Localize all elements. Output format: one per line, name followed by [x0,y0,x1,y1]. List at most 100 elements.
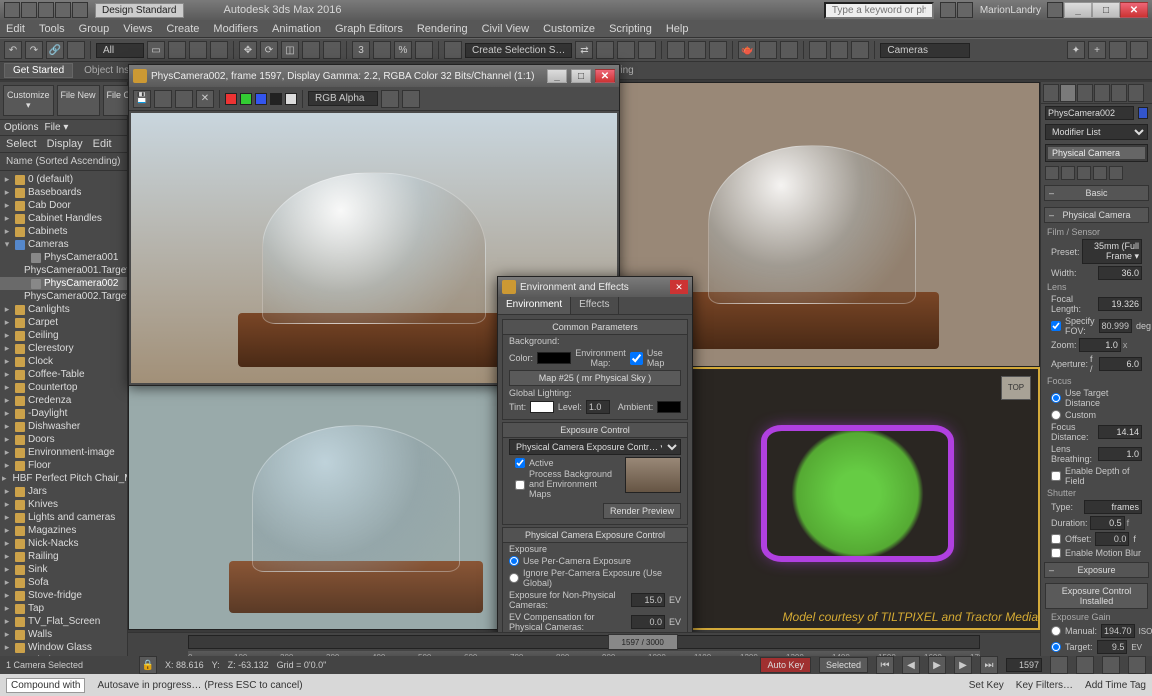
tree-item[interactable]: ▸Clerestory [0,342,127,355]
env-tab-effects[interactable]: Effects [571,297,618,314]
pivot-icon[interactable] [323,41,341,59]
time-slider-thumb[interactable]: 1597 / 3000 [608,634,678,650]
file-menu-label[interactable]: File ▾ [44,122,68,133]
tree-item[interactable]: PhysCamera001 [0,251,127,264]
tree-item[interactable]: ▸Cabinets [0,225,127,238]
tool-icon[interactable] [830,41,848,59]
view-dropdown[interactable]: Cameras [880,43,970,58]
red-channel-icon[interactable] [225,93,237,105]
tree-item[interactable]: ▸Nick-Nacks [0,537,127,550]
clone-icon[interactable] [154,90,172,108]
time-slider[interactable]: 1597 / 3000 [188,635,980,649]
mirror-icon[interactable]: ⇄ [575,41,593,59]
env-map-button[interactable]: Map #25 ( mr Physical Sky ) [509,370,681,386]
nav-icon[interactable] [1102,656,1120,674]
tree-item[interactable]: ▸Sink [0,563,127,576]
env-dialog-titlebar[interactable]: Environment and Effects ✕ [498,277,692,297]
render-setup-icon[interactable]: 🫖 [738,41,756,59]
modifier-list-dropdown[interactable]: Modifier List [1045,124,1148,140]
unlink-icon[interactable] [67,41,85,59]
selection-filter-dropdown[interactable]: All [96,43,144,58]
active-checkbox[interactable] [515,458,525,468]
tree-item[interactable]: ▸Floor [0,459,127,472]
tree-item[interactable]: PhysCamera001.Target [0,264,127,277]
rollout-basic[interactable]: Basic [1044,185,1149,201]
render-window-max[interactable]: □ [571,69,591,83]
quick-redo-icon[interactable] [72,2,88,18]
layers-icon[interactable] [617,41,635,59]
exposure-control-dropdown[interactable]: Physical Camera Exposure Contr… ▾ [509,439,681,455]
tool-icon[interactable]: + [1088,41,1106,59]
modifier-stack[interactable]: Physical Camera [1045,144,1148,162]
nav-icon[interactable] [1076,656,1094,674]
schematic-icon[interactable] [688,41,706,59]
menu-views[interactable]: Views [123,23,152,35]
menu-create[interactable]: Create [166,23,199,35]
tree-item[interactable]: ▸Tap [0,602,127,615]
env-dialog-close[interactable]: ✕ [670,280,688,294]
render-frame-icon[interactable] [759,41,777,59]
exp-nonphys-input[interactable]: 15.0 [631,593,665,607]
tree-item[interactable]: ▸TV_Flat_Screen [0,615,127,628]
next-frame-icon[interactable]: ▶ [954,656,972,674]
dof-checkbox[interactable] [1051,471,1061,481]
quick-undo-icon[interactable] [55,2,71,18]
ambient-swatch[interactable] [657,401,681,413]
use-target-radio[interactable] [1051,393,1061,403]
tree-item[interactable]: ▸Coffee-Table [0,368,127,381]
print-icon[interactable] [175,90,193,108]
refcoord-icon[interactable] [302,41,320,59]
goto-end-icon[interactable]: ⏭ [980,656,998,674]
quick-open-icon[interactable] [38,2,54,18]
rollout-physcam[interactable]: Physical Camera [1044,207,1149,223]
autokey-button[interactable]: Auto Key [760,657,811,673]
select-tab[interactable]: Select [6,138,37,150]
custom-radio[interactable] [1051,410,1061,420]
offset-input[interactable]: 0.0 [1095,532,1129,546]
tree-item[interactable]: ▸Cabinet Handles [0,212,127,225]
remove-mod-icon[interactable] [1093,166,1107,180]
display-tab[interactable]: Display [47,138,83,150]
modify-tab-icon[interactable] [1060,84,1076,102]
select-region-icon[interactable] [189,41,207,59]
tool-icon[interactable] [809,41,827,59]
alpha-channel-icon[interactable] [270,93,282,105]
select-icon[interactable]: ▭ [147,41,165,59]
material-editor-icon[interactable] [709,41,727,59]
menu-civil-view[interactable]: Civil View [482,23,529,35]
manual-input[interactable]: 194.70 [1101,624,1135,638]
pin-stack-icon[interactable] [1045,166,1059,180]
blue-channel-icon[interactable] [255,93,267,105]
menu-help[interactable]: Help [666,23,689,35]
nav-icon[interactable] [1128,656,1146,674]
render-icon[interactable] [780,41,798,59]
tree-item[interactable]: ▸Ceiling [0,329,127,342]
tree-item[interactable]: ▸Countertop [0,381,127,394]
file-new-button[interactable]: File New [57,85,100,116]
display-tab-icon[interactable] [1111,84,1127,102]
tree-item[interactable]: ▸Credenza [0,394,127,407]
use-map-checkbox[interactable] [630,352,643,365]
target-ev-input[interactable]: 9.5 [1097,640,1128,654]
tint-swatch[interactable] [530,401,554,413]
menu-scripting[interactable]: Scripting [609,23,652,35]
config-icon[interactable] [1109,166,1123,180]
edit-tab[interactable]: Edit [93,138,112,150]
help-search-input[interactable] [824,2,934,19]
menu-edit[interactable]: Edit [6,23,25,35]
tree-item[interactable]: ▸Walls [0,628,127,641]
fov-input[interactable]: 80.999 [1099,319,1133,333]
width-input[interactable]: 36.0 [1098,266,1142,280]
tree-item[interactable]: ▸Railing [0,550,127,563]
tool-icon[interactable]: ✦ [1067,41,1085,59]
clear-icon[interactable]: ✕ [196,90,214,108]
tree-item[interactable]: ▸Stove-fridge [0,589,127,602]
menu-modifiers[interactable]: Modifiers [213,23,258,35]
scene-tree[interactable]: ▸0 (default)▸Baseboards▸Cab Door▸Cabinet… [0,171,127,660]
motion-blur-checkbox[interactable] [1051,548,1061,558]
save-image-icon[interactable]: 💾 [133,90,151,108]
tree-item[interactable]: PhysCamera002 [0,277,127,290]
add-time-tag[interactable]: Add Time Tag [1085,680,1146,691]
menu-rendering[interactable]: Rendering [417,23,468,35]
type-dropdown[interactable]: frames [1084,500,1142,514]
